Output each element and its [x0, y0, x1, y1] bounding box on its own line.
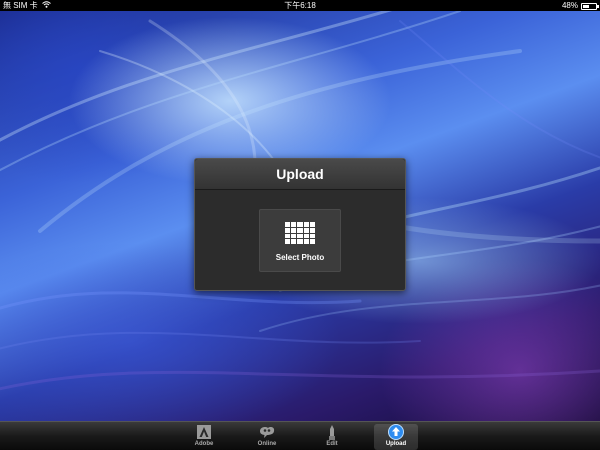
adobe-logo-icon — [197, 424, 211, 440]
tab-adobe[interactable]: Adobe — [182, 424, 226, 450]
online-icon — [258, 424, 276, 440]
tab-online[interactable]: Online — [245, 424, 289, 450]
tab-adobe-label: Adobe — [194, 441, 214, 447]
upload-arrow-icon — [388, 424, 404, 440]
status-time: 下午6:18 — [284, 1, 316, 10]
tab-online-label: Online — [257, 441, 277, 447]
tab-edit-label: Edit — [326, 441, 338, 447]
edit-pencil-icon — [327, 424, 337, 440]
battery-percent: 48% — [561, 1, 578, 10]
tab-upload[interactable]: Upload — [374, 424, 418, 450]
select-photo-label: Select Photo — [275, 253, 325, 262]
photo-grid-icon — [285, 222, 315, 244]
battery-icon — [581, 3, 599, 10]
dialog-header: Upload — [195, 159, 405, 190]
status-bar: 無 SIM 卡 下午6:18 48% — [0, 0, 600, 11]
battery-fill — [583, 5, 589, 8]
upload-dialog: Upload Select Photo — [194, 158, 406, 291]
select-photo-button[interactable]: Select Photo — [259, 209, 341, 272]
tab-upload-label: Upload — [385, 441, 407, 447]
tab-edit[interactable]: Edit — [310, 424, 354, 450]
dialog-title: Upload — [276, 166, 324, 182]
tab-bar: Adobe Online Edit Upload — [0, 421, 600, 450]
